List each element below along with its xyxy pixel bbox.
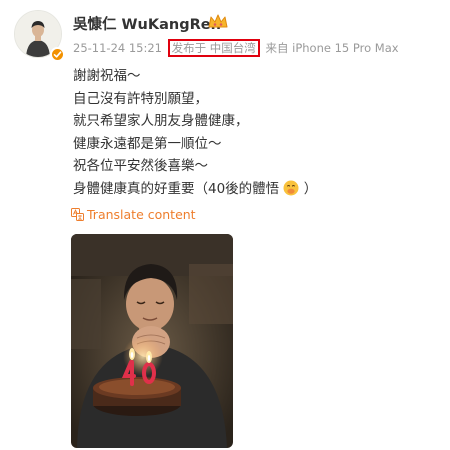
post-source: 来自 iPhone 15 Pro Max [265, 41, 399, 55]
post-location: 发布于 中国台湾 [167, 39, 260, 57]
post-line-suffix: ） [303, 180, 318, 197]
face-with-hand-over-mouth-emoji-icon [283, 180, 299, 204]
username[interactable]: 吳慷仁 WuKangRen [73, 13, 221, 34]
post-timestamp[interactable]: 25-11-24 15:21 [73, 41, 162, 55]
post-line: 健康永遠都是第一順位～ [73, 135, 222, 152]
post-line: 就只希望家人朋友身體健康， [73, 113, 249, 130]
post-line: 自己沒有許特別願望， [73, 90, 208, 107]
post-line: 身體健康真的好重要（40後的體悟 [73, 180, 280, 197]
post-content: 謝謝祝福～ 自己沒有許特別願望， 就只希望家人朋友身體健康， 健康永遠都是第一順… [73, 65, 317, 204]
crown-icon[interactable] [208, 14, 228, 33]
post-last-line: 身體健康真的好重要（40後的體悟 ） [73, 178, 317, 204]
post-line: 祝各位平安然後喜樂～ [73, 158, 208, 175]
translate-icon [71, 208, 84, 224]
avatar[interactable] [14, 10, 65, 62]
post-meta: 25-11-24 15:21 发布于 中国台湾 来自 iPhone 15 Pro… [73, 39, 399, 57]
translate-link[interactable]: Translate content [71, 207, 196, 224]
verified-badge-icon [50, 47, 65, 62]
post-photo[interactable] [71, 234, 233, 448]
post-line: 謝謝祝福～ [73, 68, 141, 84]
birthday-photo-image [71, 234, 233, 448]
translate-label: Translate content [87, 207, 196, 222]
